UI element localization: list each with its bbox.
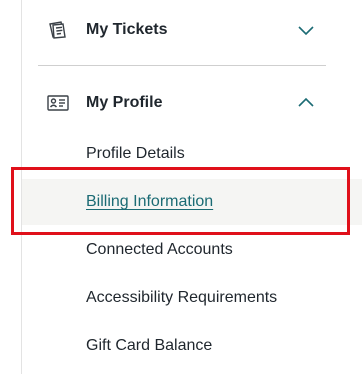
tickets-icon — [46, 18, 70, 42]
connected-accounts-label: Connected Accounts — [86, 241, 233, 258]
profile-card-icon — [46, 91, 70, 115]
profile-details-label: Profile Details — [86, 145, 185, 162]
chevron-up-icon[interactable] — [296, 93, 316, 113]
accessibility-requirements-label: Accessibility Requirements — [86, 289, 278, 306]
gift-card-balance-label: Gift Card Balance — [86, 337, 213, 354]
highlight-annotation — [11, 167, 350, 235]
my-profile-label: My Profile — [86, 94, 163, 111]
section-divider — [38, 65, 326, 66]
my-profile-section[interactable]: My Profile — [38, 81, 326, 125]
accessibility-requirements-link[interactable]: Accessibility Requirements — [22, 275, 362, 321]
gift-card-balance-link[interactable]: Gift Card Balance — [22, 323, 362, 369]
my-tickets-label: My Tickets — [86, 21, 168, 38]
chevron-down-icon[interactable] — [296, 20, 316, 40]
my-tickets-section[interactable]: My Tickets — [38, 8, 326, 52]
